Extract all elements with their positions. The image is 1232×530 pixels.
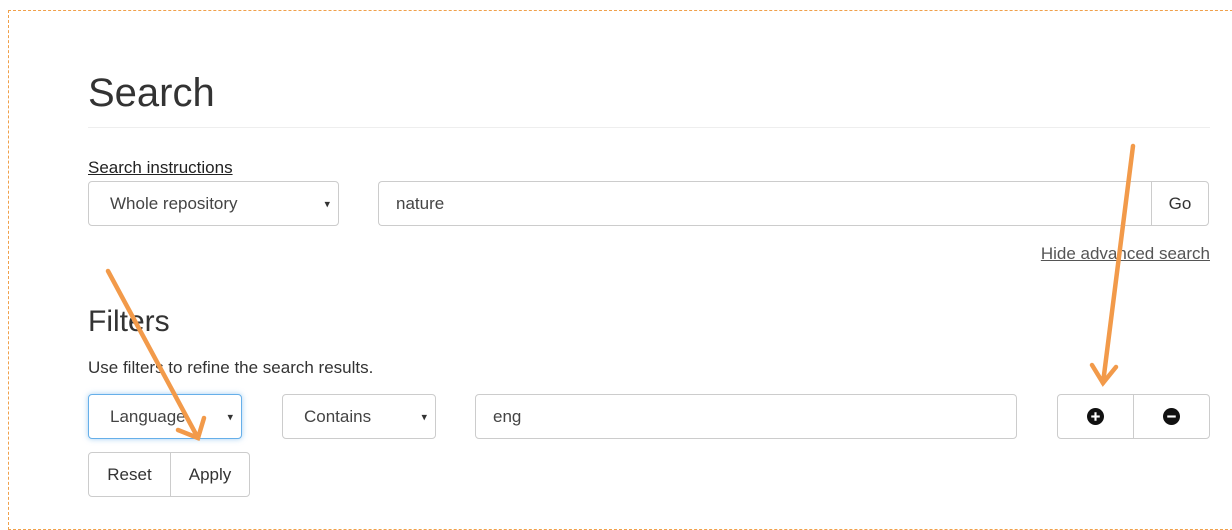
go-button[interactable]: Go [1151,181,1209,226]
search-scope-value: Whole repository [110,193,238,213]
search-input[interactable]: nature [378,181,1151,226]
page-title: Search [88,71,215,115]
hide-advanced-search-link[interactable]: Hide advanced search [1041,244,1210,264]
remove-filter-button[interactable] [1133,394,1210,439]
filter-operator-select[interactable]: Contains ▾ [282,394,436,439]
filters-title: Filters [88,305,170,338]
caret-down-icon: ▾ [324,198,330,210]
add-filter-button[interactable] [1057,394,1134,439]
filter-field-value: Language [110,406,186,426]
filters-help-text: Use filters to refine the search results… [88,358,374,377]
filter-value-input[interactable]: eng [475,394,1017,439]
filter-field-select[interactable]: Language ▾ [88,394,242,439]
search-input-value: nature [396,193,445,213]
filter-operator-value: Contains [304,406,372,426]
apply-button[interactable]: Apply [170,452,250,497]
search-instructions-link[interactable]: Search instructions [88,158,233,178]
search-scope-select[interactable]: Whole repository ▾ [88,181,339,226]
minus-circle-icon [1163,408,1180,425]
title-divider [88,127,1210,128]
filter-value-text: eng [493,406,522,426]
caret-down-icon: ▾ [421,411,427,423]
reset-button[interactable]: Reset [88,452,171,497]
caret-down-icon: ▾ [227,411,233,423]
plus-circle-icon [1087,408,1104,425]
